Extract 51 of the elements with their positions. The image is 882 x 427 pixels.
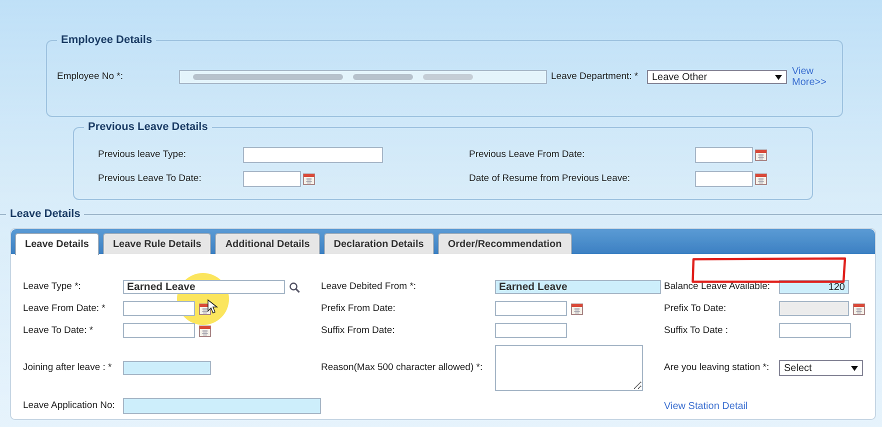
field-label: Reason(Max 500 character allowed) *: <box>321 362 483 374</box>
field-label: Previous Leave From Date: <box>469 149 585 161</box>
field-label: Suffix From Date: <box>321 324 395 336</box>
date-field[interactable] <box>695 147 753 163</box>
date-field[interactable] <box>123 301 195 316</box>
field-label: Leave To Date: * <box>23 324 94 336</box>
field-label: Prefix From Date: <box>321 302 396 314</box>
section-title: Previous Leave Details <box>87 121 209 133</box>
tab[interactable]: Order/Recommendation <box>438 233 572 254</box>
date-field[interactable] <box>695 171 753 187</box>
date-field <box>779 301 849 316</box>
department-select[interactable]: Leave Other <box>647 70 787 84</box>
date-field[interactable] <box>243 171 301 187</box>
field-label: Leave Type *: <box>23 281 81 293</box>
field-label: Suffix To Date : <box>664 324 728 336</box>
input-field[interactable]: Earned Leave <box>495 280 661 294</box>
search-icon[interactable] <box>289 282 300 292</box>
tab[interactable]: Additional Details <box>215 233 320 254</box>
view-more-link[interactable]: View More>> <box>792 66 832 88</box>
field-label: Prefix To Date: <box>664 302 726 314</box>
field-label: Leave Debited From *: <box>321 281 416 293</box>
tab[interactable]: Leave Details <box>15 233 99 255</box>
field-label: Joining after leave : * <box>23 362 112 374</box>
caret-icon <box>851 366 858 370</box>
field-label: Are you leaving station *: <box>664 362 770 374</box>
field-label: Leave From Date: * <box>23 302 106 314</box>
view-station-link[interactable]: View Station Detail <box>664 400 748 412</box>
cursor-icon <box>207 299 218 314</box>
input-field[interactable] <box>243 147 383 163</box>
input-field[interactable] <box>779 323 851 338</box>
section-title: Employee Details <box>60 34 154 46</box>
station-select[interactable]: Select <box>779 360 863 376</box>
date-field[interactable] <box>495 301 567 316</box>
field-label: Previous Leave To Date: <box>98 173 202 185</box>
reason-text-area[interactable] <box>495 345 643 391</box>
date-field[interactable] <box>123 323 195 338</box>
leave-type-field[interactable]: Earned Leave <box>123 280 285 294</box>
field-label: Balance Leave Available: <box>664 281 770 293</box>
employee-number-field[interactable] <box>179 70 547 84</box>
field-label: Leave Application No: <box>23 400 115 412</box>
section-title: Leave Details <box>9 208 82 220</box>
field-label: Previous leave Type: <box>98 149 186 161</box>
field-label: Date of Resume from Previous Leave: <box>469 173 630 185</box>
field-label: Leave Department: * <box>551 71 638 83</box>
field-label: Employee No *: <box>57 71 124 83</box>
input-field[interactable] <box>123 398 321 414</box>
tab[interactable]: Leave Rule Details <box>102 233 212 254</box>
input-field[interactable] <box>495 323 567 338</box>
caret-icon <box>775 74 782 80</box>
input-field[interactable] <box>123 361 211 375</box>
tab[interactable]: Declaration Details <box>324 233 434 254</box>
